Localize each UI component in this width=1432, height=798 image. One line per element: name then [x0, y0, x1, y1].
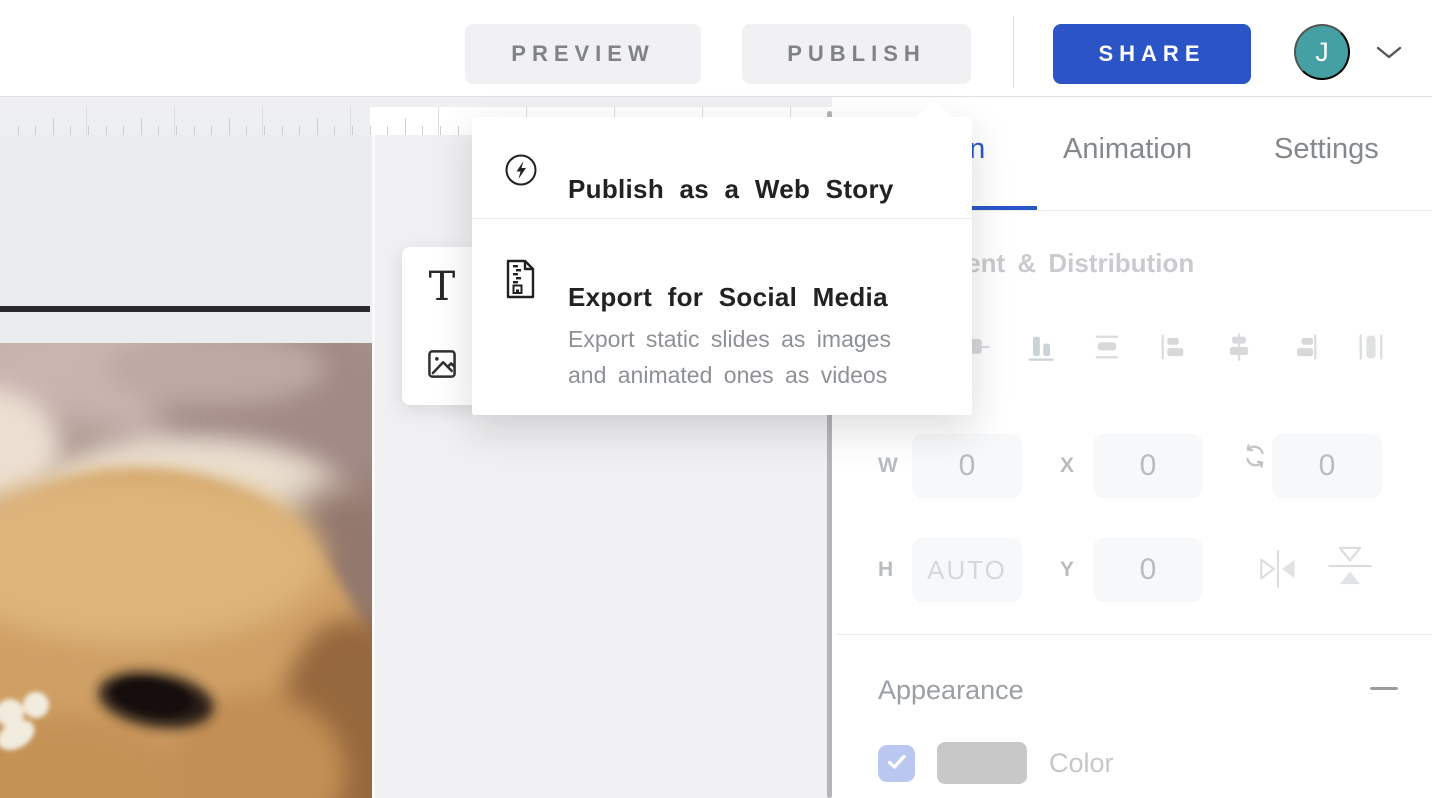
ruler-tick — [141, 118, 142, 135]
x-input[interactable]: 0 — [1093, 434, 1203, 498]
lightning-circle-icon — [504, 153, 538, 192]
tool-palette: T — [402, 247, 482, 405]
color-swatch[interactable] — [937, 742, 1027, 784]
ruler-tick — [246, 126, 247, 135]
ruler-tick — [440, 126, 441, 135]
description-line: and animated ones as videos — [568, 357, 891, 393]
ruler-segment-separator — [174, 107, 175, 135]
ruler-tick — [53, 118, 54, 135]
ruler-tick — [405, 118, 406, 135]
user-menu-chevron-icon[interactable] — [1374, 44, 1404, 64]
ruler-segment-separator — [262, 107, 263, 135]
text-tool-button[interactable]: T — [402, 247, 482, 326]
ruler-tick — [194, 126, 195, 135]
ruler-tick — [387, 126, 388, 135]
ruler-segment-separator — [438, 107, 439, 135]
rotation-input[interactable]: 0 — [1272, 434, 1382, 498]
preview-button[interactable]: PREVIEW — [465, 24, 701, 84]
ruler-tick — [229, 118, 230, 135]
ruler-tick — [88, 126, 89, 135]
distribute-vertical-icon[interactable] — [1090, 327, 1124, 367]
ruler-tick — [158, 126, 159, 135]
ruler-tick — [106, 126, 107, 135]
toolbar-divider — [1013, 16, 1014, 88]
appearance-section-title: Appearance — [878, 675, 1024, 706]
dog-photo[interactable] — [0, 343, 372, 798]
collapse-section-icon[interactable] — [1370, 687, 1398, 690]
publish-button[interactable]: PUBLISH — [742, 24, 971, 84]
slide-divider-element[interactable] — [0, 306, 370, 312]
zip-document-icon — [504, 259, 536, 304]
ruler-tick — [317, 118, 318, 135]
alignment-toolbar — [958, 327, 1388, 367]
ruler-tick — [352, 126, 353, 135]
dropdown-caret — [916, 100, 952, 117]
ruler-tick — [299, 126, 300, 135]
ruler-tick — [123, 126, 124, 135]
ruler-tick — [422, 126, 423, 135]
appearance-divider — [836, 634, 1432, 635]
align-right-icon[interactable] — [1288, 327, 1322, 367]
top-toolbar: PREVIEW PUBLISH SHARE J — [0, 0, 1432, 97]
rotate-icon — [1240, 441, 1270, 476]
distribute-horizontal-icon[interactable] — [1354, 327, 1388, 367]
flip-horizontal-icon[interactable] — [1254, 545, 1302, 596]
x-label: X — [1060, 454, 1074, 478]
ruler-tick — [334, 126, 335, 135]
share-button[interactable]: SHARE — [1053, 24, 1251, 84]
ruler-tick — [35, 126, 36, 135]
y-label: Y — [1060, 558, 1074, 582]
ruler-tick — [18, 126, 19, 135]
checkmark-icon — [887, 754, 907, 773]
flip-vertical-icon[interactable] — [1324, 540, 1376, 595]
ruler-tick — [176, 126, 177, 135]
image-icon — [426, 348, 458, 383]
tab-animation[interactable]: Animation — [1063, 133, 1192, 166]
align-left-icon[interactable] — [1156, 327, 1190, 367]
ruler-tick — [370, 126, 371, 135]
ruler-tick — [264, 126, 265, 135]
ruler-tick — [70, 126, 71, 135]
height-input[interactable]: AUTO — [912, 538, 1022, 602]
color-row: Color — [878, 742, 1114, 784]
ruler-tick — [211, 126, 212, 135]
description-line: Export static slides as images — [568, 321, 891, 357]
image-tool-button[interactable] — [402, 326, 482, 405]
align-center-icon[interactable] — [1222, 327, 1256, 367]
height-label: H — [878, 558, 893, 582]
color-label: Color — [1049, 748, 1114, 779]
ruler-tick — [458, 126, 459, 135]
ruler-segment-separator — [350, 107, 351, 135]
publish-dropdown-menu: Publish as a Web Story Export for Social… — [472, 117, 972, 415]
menu-item-label: Export for Social Media — [568, 282, 888, 313]
menu-item-description: Export static slides as images and anima… — [568, 321, 891, 393]
menu-item-label: Publish as a Web Story — [568, 174, 894, 205]
app-window: T Design Animation Settings Alignment & … — [0, 0, 1432, 798]
ruler-tick — [282, 126, 283, 135]
y-input[interactable]: 0 — [1093, 538, 1203, 602]
tab-settings[interactable]: Settings — [1274, 133, 1379, 166]
text-tool-icon: T — [429, 267, 456, 307]
width-label: W — [878, 454, 898, 478]
color-enabled-checkbox[interactable] — [878, 745, 915, 782]
ruler-offpage-band — [0, 107, 370, 135]
user-avatar[interactable]: J — [1294, 24, 1350, 80]
width-input[interactable]: 0 — [912, 434, 1022, 498]
align-bottom-icon[interactable] — [1024, 327, 1058, 367]
ruler-segment-separator — [86, 107, 87, 135]
slide-edge-gap — [372, 107, 375, 798]
